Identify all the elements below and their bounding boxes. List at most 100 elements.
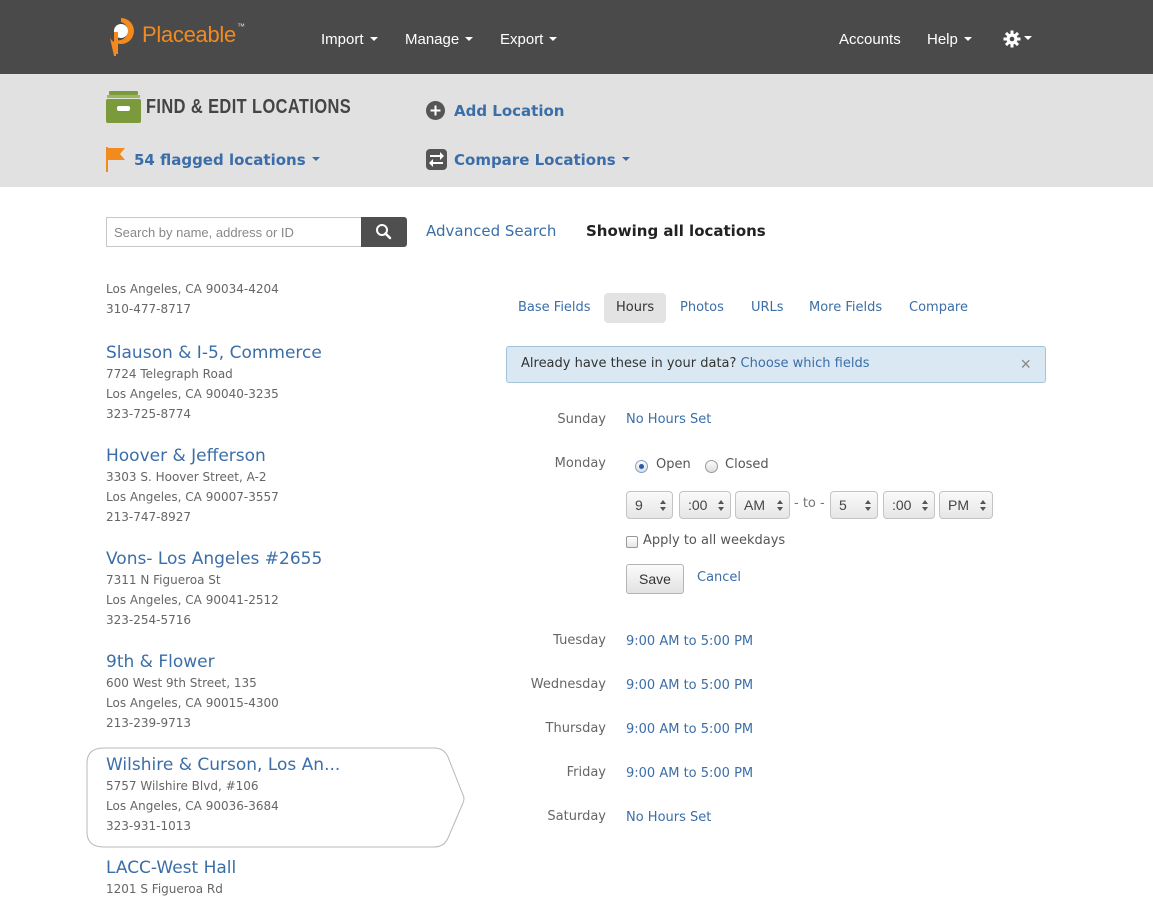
- top-navbar: Placeable™ Import Manage Export Accounts…: [0, 0, 1153, 74]
- from-minute-select[interactable]: :00: [679, 491, 731, 519]
- placeable-logo[interactable]: Placeable™: [106, 16, 245, 58]
- location-city: Los Angeles, CA 90036-3684: [106, 799, 279, 813]
- location-name[interactable]: Vons- Los Angeles #2655: [106, 548, 446, 570]
- nav-import[interactable]: Import: [321, 31, 378, 48]
- tab-compare[interactable]: Compare: [897, 293, 980, 323]
- to-minute-select[interactable]: :00: [883, 491, 935, 519]
- location-phone: 323-931-1013: [106, 819, 192, 833]
- select-arrows-icon: [718, 500, 724, 512]
- location-name[interactable]: 9th & Flower: [106, 651, 446, 673]
- tab-urls[interactable]: URLs: [739, 293, 796, 323]
- hours-value-sunday[interactable]: No Hours Set: [626, 412, 711, 427]
- tab-base-fields[interactable]: Base Fields: [506, 293, 603, 323]
- caret-down-icon: [549, 37, 558, 42]
- location-phone: 213-747-8927: [106, 510, 192, 524]
- select-arrows-icon: [980, 500, 986, 512]
- caret-down-icon: [1024, 36, 1032, 41]
- flag-icon: [106, 147, 125, 172]
- location-phone: 213-239-9713: [106, 716, 192, 730]
- info-alert: Already have these in your data? Choose …: [506, 346, 1046, 383]
- location-phone: 323-254-5716: [106, 613, 192, 627]
- location-city: Los Angeles, CA 90015-4300: [106, 696, 279, 710]
- radio-closed-label: Closed: [725, 457, 769, 472]
- from-ampm-select[interactable]: AM: [735, 491, 790, 519]
- list-item[interactable]: 9th & Flower 600 West 9th Street, 135 Lo…: [106, 651, 446, 733]
- choose-fields-link[interactable]: Choose which fields: [741, 356, 870, 371]
- save-button[interactable]: Save: [626, 564, 684, 594]
- apply-all-checkbox[interactable]: [626, 536, 638, 548]
- flagged-locations-dropdown[interactable]: 54 flagged locations: [106, 147, 320, 172]
- location-address: 7311 N Figueroa St: [106, 573, 221, 587]
- to-ampm-select[interactable]: PM: [939, 491, 993, 519]
- location-name[interactable]: Hoover & Jefferson: [106, 445, 446, 467]
- day-label-monday: Monday: [554, 456, 606, 471]
- day-label-thursday: Thursday: [545, 721, 606, 736]
- caret-down-icon: [465, 37, 474, 42]
- location-name[interactable]: Slauson & I-5, Commerce: [106, 342, 446, 364]
- day-label-saturday: Saturday: [547, 809, 606, 824]
- select-arrows-icon: [660, 500, 666, 512]
- add-location-link[interactable]: Add Location: [426, 101, 564, 120]
- location-address: 3303 S. Hoover Street, A-2: [106, 470, 267, 484]
- archive-box-icon: [106, 91, 141, 123]
- tab-hours[interactable]: Hours: [604, 293, 667, 323]
- to-hour-select[interactable]: 5: [830, 491, 878, 519]
- nav-accounts[interactable]: Accounts: [839, 31, 901, 48]
- day-label-friday: Friday: [566, 765, 606, 780]
- location-name[interactable]: LACC-West Hall: [106, 857, 446, 879]
- location-phone: 310-477-8717: [106, 302, 192, 316]
- location-city: Los Angeles, CA 90041-2512: [106, 593, 279, 607]
- page-title: FIND & EDIT LOCATIONS: [106, 91, 396, 123]
- hours-value-saturday[interactable]: No Hours Set: [626, 810, 711, 825]
- advanced-search-link[interactable]: Advanced Search: [426, 222, 556, 240]
- caret-down-icon: [963, 37, 972, 42]
- select-arrows-icon: [865, 500, 871, 512]
- close-icon[interactable]: ×: [1020, 354, 1031, 375]
- logo-text: Placeable™: [142, 22, 245, 47]
- gear-icon: [1003, 30, 1021, 48]
- location-address: 1201 S Figueroa Rd: [106, 882, 223, 896]
- tab-more-fields[interactable]: More Fields: [797, 293, 894, 323]
- location-address: 600 West 9th Street, 135: [106, 676, 257, 690]
- compare-arrows-icon: [426, 149, 447, 170]
- radio-closed[interactable]: [705, 460, 718, 473]
- hours-value-friday[interactable]: 9:00 AM to 5:00 PM: [626, 766, 753, 781]
- location-name[interactable]: Wilshire & Curson, Los An...: [106, 754, 446, 776]
- list-item[interactable]: Slauson & I-5, Commerce 7724 Telegraph R…: [106, 342, 446, 424]
- list-item[interactable]: Los Angeles, CA 90034-4204 310-477-8717: [106, 282, 446, 319]
- list-item[interactable]: LACC-West Hall 1201 S Figueroa Rd: [106, 857, 446, 899]
- location-city: Los Angeles, CA 90007-3557: [106, 490, 279, 504]
- showing-status: Showing all locations: [586, 222, 766, 240]
- list-item[interactable]: Hoover & Jefferson 3303 S. Hoover Street…: [106, 445, 446, 527]
- caret-down-icon: [311, 156, 320, 161]
- list-item[interactable]: Vons- Los Angeles #2655 7311 N Figueroa …: [106, 548, 446, 630]
- list-item-selected[interactable]: Wilshire & Curson, Los An... 5757 Wilshi…: [106, 754, 446, 836]
- day-label-tuesday: Tuesday: [553, 633, 606, 648]
- plus-circle-icon: [426, 101, 445, 120]
- caret-down-icon: [621, 156, 630, 161]
- from-hour-select[interactable]: 9: [626, 491, 673, 519]
- location-city: Los Angeles, CA 90040-3235: [106, 387, 279, 401]
- search-icon: [376, 224, 392, 240]
- location-list[interactable]: Los Angeles, CA 90034-4204 310-477-8717 …: [0, 282, 480, 901]
- settings-menu[interactable]: [1003, 30, 1032, 48]
- placeable-logo-icon: [106, 16, 136, 58]
- location-address: 7724 Telegraph Road: [106, 367, 233, 381]
- search-button[interactable]: [361, 217, 407, 247]
- radio-open[interactable]: [635, 460, 648, 473]
- nav-export[interactable]: Export: [500, 31, 558, 48]
- location-address: 5757 Wilshire Blvd, #106: [106, 779, 259, 793]
- compare-locations-dropdown[interactable]: Compare Locations: [426, 149, 630, 170]
- day-label-wednesday: Wednesday: [530, 677, 606, 692]
- cancel-link[interactable]: Cancel: [697, 570, 741, 585]
- hours-value-wednesday[interactable]: 9:00 AM to 5:00 PM: [626, 678, 753, 693]
- location-city: Los Angeles, CA 90034-4204: [106, 282, 279, 296]
- tab-photos[interactable]: Photos: [668, 293, 736, 323]
- page-title-text: FIND & EDIT LOCATIONS: [146, 95, 352, 118]
- location-phone: 323-725-8774: [106, 407, 192, 421]
- nav-manage[interactable]: Manage: [405, 31, 474, 48]
- search-input[interactable]: [106, 217, 362, 247]
- hours-value-thursday[interactable]: 9:00 AM to 5:00 PM: [626, 722, 753, 737]
- hours-value-tuesday[interactable]: 9:00 AM to 5:00 PM: [626, 634, 753, 649]
- nav-help[interactable]: Help: [927, 31, 972, 48]
